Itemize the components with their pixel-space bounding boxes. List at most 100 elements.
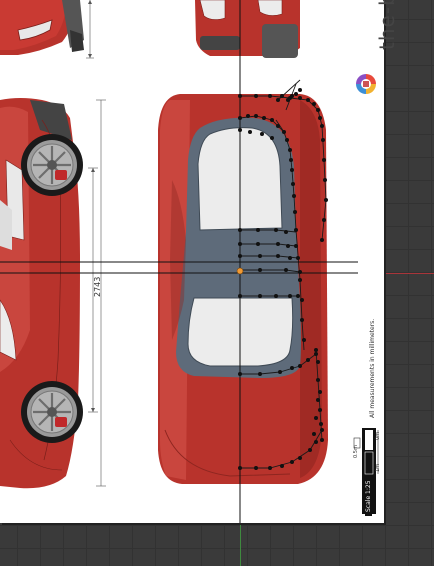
mesh-vertex[interactable] <box>280 464 284 468</box>
mesh-vertex[interactable] <box>316 108 320 112</box>
mesh-vertex[interactable] <box>262 116 266 120</box>
mesh-vertex[interactable] <box>276 124 280 128</box>
mesh-vertex[interactable] <box>238 254 242 258</box>
mesh-vertex[interactable] <box>286 98 290 102</box>
mesh-vertex[interactable] <box>298 364 302 368</box>
mesh-vertex[interactable] <box>300 318 304 322</box>
mesh-vertex[interactable] <box>306 98 310 102</box>
mesh-vertex[interactable] <box>316 360 320 364</box>
mesh-vertex[interactable] <box>256 228 260 232</box>
mesh-vertex[interactable] <box>290 460 294 464</box>
mesh-vertex[interactable] <box>324 198 328 202</box>
mesh-vertex[interactable] <box>260 132 264 136</box>
mesh-vertex[interactable] <box>320 428 324 432</box>
mesh-vertex[interactable] <box>270 136 274 140</box>
mesh-vertex[interactable] <box>248 130 252 134</box>
mesh-vertex[interactable] <box>238 228 242 232</box>
mesh-vertex[interactable] <box>288 294 292 298</box>
mesh-vertex[interactable] <box>320 438 324 442</box>
mesh-vertex[interactable] <box>238 242 242 246</box>
x-axis-line <box>384 273 434 274</box>
mesh-vertex[interactable] <box>268 466 272 470</box>
mesh-vertex[interactable] <box>278 370 282 374</box>
mesh-vertex[interactable] <box>314 348 318 352</box>
mesh-vertex[interactable] <box>312 102 316 106</box>
mesh-vertex[interactable] <box>274 228 278 232</box>
mesh-vertex[interactable] <box>238 466 242 470</box>
mesh-vertex[interactable] <box>318 408 322 412</box>
mesh-vertex[interactable] <box>296 294 300 298</box>
mesh-vertex[interactable] <box>290 168 294 172</box>
mesh-vertex[interactable] <box>293 210 297 214</box>
mesh-vertex[interactable] <box>320 238 324 242</box>
mesh-vertex[interactable] <box>254 114 258 118</box>
mesh-vertex[interactable] <box>288 148 292 152</box>
mesh-vertex[interactable] <box>268 94 272 98</box>
mesh-vertex[interactable] <box>258 268 262 272</box>
car-rear-view-partial <box>195 0 300 58</box>
mesh-vertex[interactable] <box>302 338 306 342</box>
mesh-vertex[interactable] <box>298 278 302 282</box>
mesh-vertex[interactable] <box>322 158 326 162</box>
mesh-vertex[interactable] <box>308 448 312 452</box>
mesh-vertex[interactable] <box>296 256 300 260</box>
mesh-vertex[interactable] <box>322 218 326 222</box>
mesh-vertex[interactable] <box>270 118 274 122</box>
mesh-vertex[interactable] <box>254 466 258 470</box>
3d-viewport[interactable]: the-b All measurements in millimeters. 2… <box>0 0 434 566</box>
mesh-vertex[interactable] <box>292 194 296 198</box>
mesh-vertex[interactable] <box>306 358 310 362</box>
mesh-vertex[interactable] <box>238 128 242 132</box>
mesh-vertex[interactable] <box>319 422 323 426</box>
mesh-vertex[interactable] <box>312 432 316 436</box>
mesh-vertex[interactable] <box>258 372 262 376</box>
mesh-vertex[interactable] <box>276 98 280 102</box>
mesh-vertex[interactable] <box>276 254 280 258</box>
mesh-vertex[interactable] <box>284 268 288 272</box>
mesh-vertex[interactable] <box>294 92 298 96</box>
origin-icon[interactable] <box>236 267 244 275</box>
mesh-vertex[interactable] <box>321 138 325 142</box>
mesh-vertex[interactable] <box>294 228 298 232</box>
mesh-vertex[interactable] <box>238 372 242 376</box>
brand-text: the-b <box>375 0 399 50</box>
mesh-vertex[interactable] <box>289 158 293 162</box>
mesh-vertex[interactable] <box>238 116 242 120</box>
mesh-vertex[interactable] <box>316 378 320 382</box>
mesh-vertex[interactable] <box>246 114 250 118</box>
mesh-vertex[interactable] <box>258 294 262 298</box>
mesh-vertex[interactable] <box>314 352 318 356</box>
mesh-vertex[interactable] <box>320 124 324 128</box>
car-top-view <box>158 94 328 484</box>
mesh-vertex[interactable] <box>276 242 280 246</box>
mesh-vertex[interactable] <box>238 94 242 98</box>
mesh-vertex[interactable] <box>280 94 284 98</box>
mesh-vertex[interactable] <box>282 130 286 134</box>
mesh-vertex[interactable] <box>323 178 327 182</box>
mesh-vertex[interactable] <box>256 242 260 246</box>
scale-label: Scale 1:25 <box>365 476 372 516</box>
blueprint-reference-image[interactable]: the-b All measurements in millimeters. 2… <box>0 0 399 523</box>
mesh-vertex[interactable] <box>238 294 242 298</box>
mesh-vertex[interactable] <box>298 88 302 92</box>
mesh-vertex[interactable] <box>291 182 295 186</box>
mesh-vertex[interactable] <box>318 390 322 394</box>
mesh-vertex[interactable] <box>318 116 322 120</box>
mesh-vertex[interactable] <box>314 416 318 420</box>
mesh-vertex[interactable] <box>254 94 258 98</box>
mesh-vertex[interactable] <box>316 398 320 402</box>
mesh-vertex[interactable] <box>298 270 302 274</box>
mesh-vertex[interactable] <box>298 96 302 100</box>
mesh-vertex[interactable] <box>300 298 304 302</box>
mesh-vertex[interactable] <box>290 94 294 98</box>
mesh-vertex[interactable] <box>258 254 262 258</box>
mesh-vertex[interactable] <box>288 256 292 260</box>
mesh-vertex[interactable] <box>286 244 290 248</box>
mesh-vertex[interactable] <box>274 294 278 298</box>
mesh-vertex[interactable] <box>290 366 294 370</box>
mesh-vertex[interactable] <box>298 456 302 460</box>
mesh-vertex[interactable] <box>284 230 288 234</box>
mesh-vertex[interactable] <box>314 440 318 444</box>
mesh-vertex[interactable] <box>285 138 289 142</box>
mesh-vertex[interactable] <box>294 244 298 248</box>
